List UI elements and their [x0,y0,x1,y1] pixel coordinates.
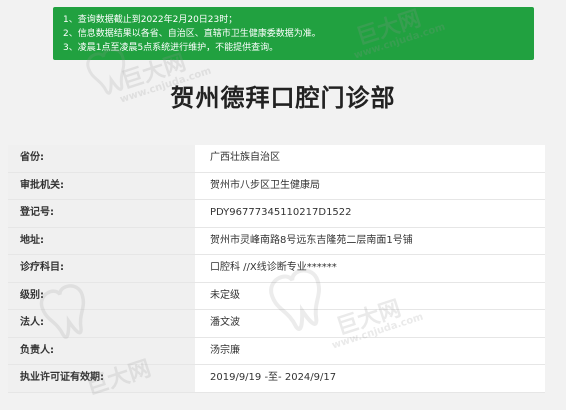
table-row: 执业许可证有效期: 2019/9/19 -至- 2024/9/17 [8,364,545,393]
row-value: 贺州市八步区卫生健康局 [195,172,545,200]
row-value: 口腔科 //X线诊断专业****** [195,254,545,283]
table-row: 地址: 贺州市灵峰南路8号远东吉隆苑二层南面1号铺 [8,227,545,255]
row-value: 未定级 [195,282,545,310]
table-row: 登记号: PDY96777345110217D1522 [8,199,545,228]
row-value: 贺州市灵峰南路8号远东吉隆苑二层南面1号铺 [195,227,545,255]
notice-line: 3、凌晨1点至凌晨5点系统进行维护，不能提供查询。 [63,43,279,53]
row-label: 地址: [8,227,195,255]
row-label: 登记号: [8,199,195,228]
notice-line: 2、信息数据结果以各省、自治区、直辖市卫生健康委数据为准。 [63,29,321,39]
table-row: 省份: 广西壮族自治区 [8,145,545,173]
table-row: 级别: 未定级 [8,282,545,310]
row-value: 广西壮族自治区 [195,145,545,173]
row-label: 审批机关: [8,172,195,200]
row-value: PDY96777345110217D1522 [195,199,545,228]
row-value: 2019/9/19 -至- 2024/9/17 [195,364,545,393]
row-label: 法人: [8,309,195,338]
table-row: 法人: 潘文波 [8,309,545,338]
row-label: 省份: [8,145,195,173]
row-value: 潘文波 [195,309,545,338]
row-label: 诊疗科目: [8,254,195,283]
page-title: 贺州德拜口腔门诊部 [170,84,396,112]
table-row: 审批机关: 贺州市八步区卫生健康局 [8,172,545,200]
notice-banner: 1、查询数据截止到2022年2月20日23时； 2、信息数据结果以各省、自治区、… [53,7,534,60]
row-label: 负责人: [8,337,195,365]
notice-line: 1、查询数据截止到2022年2月20日23时； [63,15,238,25]
clinic-info-table: 省份: 广西壮族自治区 审批机关: 贺州市八步区卫生健康局 登记号: PDY96… [8,145,545,393]
table-row: 负责人: 汤宗廉 [8,337,545,365]
table-row: 诊疗科目: 口腔科 //X线诊断专业****** [8,254,545,283]
row-label: 级别: [8,282,195,310]
row-label: 执业许可证有效期: [8,364,195,393]
row-value: 汤宗廉 [195,337,545,365]
